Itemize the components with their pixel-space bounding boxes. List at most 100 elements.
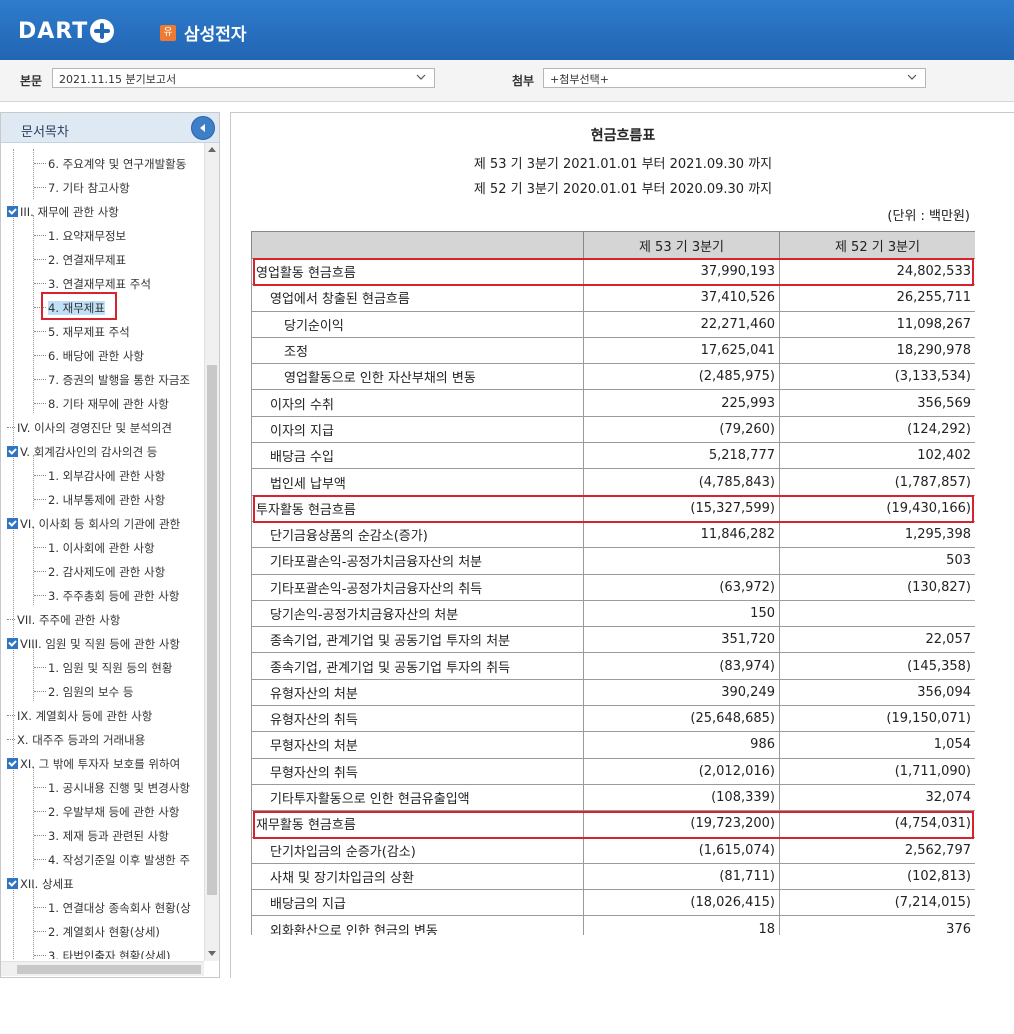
table-row: 당기순이익 22,271,460 11,098,267 — [251, 310, 975, 338]
toc-item[interactable]: 2. 우발부채 등에 관한 사항 — [34, 803, 179, 821]
row-label: 유형자산의 처분 — [251, 678, 584, 707]
expand-toggle-icon[interactable] — [7, 758, 18, 769]
toc-item[interactable]: 5. 재무제표 주석 — [34, 323, 130, 341]
toc-vertical-scrollbar[interactable] — [204, 143, 219, 961]
value-current: (79,260) — [583, 415, 780, 444]
tree-connector — [34, 283, 46, 284]
tree-connector — [34, 571, 46, 572]
toc-item[interactable]: 1. 외부감사에 관한 사항 — [34, 467, 165, 485]
tree-connector — [34, 787, 46, 788]
dart-logo[interactable]: DART — [18, 14, 115, 48]
toc-item[interactable]: 2. 연결재무제표 — [34, 251, 126, 269]
attachment-select-value: +첨부선택+ — [550, 73, 609, 86]
tree-connector — [34, 547, 46, 548]
tree-connector — [7, 715, 15, 716]
toc-item-label: XII. 상세표 — [20, 877, 74, 891]
value-current: (2,485,975) — [583, 363, 780, 391]
expand-toggle-icon[interactable] — [7, 206, 18, 217]
table-row: 이자의 지급 (79,260) (124,292) — [251, 415, 975, 444]
main-doc-label: 본문 — [20, 74, 43, 88]
toc-item[interactable]: VIII. 임원 및 직원 등에 관한 사항 — [7, 635, 180, 653]
row-label: 사채 및 장기차입금의 상환 — [251, 862, 584, 891]
toc-item[interactable]: XII. 상세표 — [7, 875, 74, 893]
scroll-down-icon[interactable] — [208, 951, 216, 956]
page-footer — [0, 980, 1014, 1034]
cash-flow-table-wrapper: 제 53 기 3분기 제 52 기 3분기 영업활동 현금흐름 37,990,19… — [251, 231, 975, 935]
period-current: 제 53 기 3분기 2021.01.01 부터 2021.09.30 까지 — [473, 157, 773, 172]
toc-item[interactable]: X. 대주주 등과의 거래내용 — [7, 731, 145, 749]
tree-connector — [7, 739, 15, 740]
toc-item[interactable]: 6. 주요계약 및 연구개발활동 — [34, 155, 186, 173]
toc-item[interactable]: 3. 타법인출자 현황(상세) — [34, 947, 170, 959]
toc-hscroll-thumb[interactable] — [17, 965, 201, 974]
toc-item[interactable]: 4. 작성기준일 이후 발생한 주 — [34, 851, 190, 869]
toc-item[interactable]: 8. 기타 재무에 관한 사항 — [34, 395, 169, 413]
toc-item-label: IX. 계열회사 등에 관한 사항 — [17, 709, 153, 723]
expand-toggle-icon[interactable] — [7, 518, 18, 529]
toc-item[interactable]: 1. 공시내용 진행 및 변경사항 — [34, 779, 190, 797]
toc-item[interactable]: 3. 제재 등과 관련된 사항 — [34, 827, 169, 845]
toc-item[interactable]: 2. 임원의 보수 등 — [34, 683, 133, 701]
toc-item[interactable]: 7. 기타 참고사항 — [34, 179, 130, 197]
column-header: 제 53 기 3분기 — [583, 231, 780, 259]
row-label: 유형자산의 취득 — [251, 705, 584, 733]
value-prior: 356,569 — [779, 389, 975, 417]
toc-item-label: 6. 배당에 관한 사항 — [48, 349, 144, 363]
value-current — [583, 547, 780, 575]
expand-toggle-icon[interactable] — [7, 638, 18, 649]
toc-item[interactable]: 2. 감사제도에 관한 사항 — [34, 563, 165, 581]
tree-connector — [34, 691, 46, 692]
table-row: 법인세 납부액 (4,785,843) (1,787,857) — [251, 468, 975, 496]
toc-item[interactable]: 7. 증권의 발행을 통한 자금조 — [34, 371, 190, 389]
toc-item-label: V. 회계감사인의 감사의견 등 — [20, 445, 158, 459]
toc-item[interactable]: III. 재무에 관한 사항 — [7, 203, 119, 221]
toc-item[interactable]: IV. 이사의 경영진단 및 분석의견 — [7, 419, 172, 437]
toc-item[interactable]: 1. 연결대상 종속회사 현황(상 — [34, 899, 191, 917]
table-row: 영업에서 창출된 현금흐름 37,410,526 26,255,711 — [251, 284, 975, 312]
toc-item[interactable]: 3. 연결재무제표 주석 — [34, 275, 151, 293]
toc-item[interactable]: VI. 이사회 등 회사의 기관에 관한 — [7, 515, 180, 533]
toc-horizontal-scrollbar[interactable] — [1, 961, 204, 976]
expand-toggle-icon[interactable] — [7, 878, 18, 889]
expand-toggle-icon[interactable] — [7, 446, 18, 457]
value-current: (83,974) — [583, 652, 780, 680]
tree-connector — [7, 619, 15, 620]
tree-connector — [34, 931, 46, 932]
value-current: 390,249 — [583, 678, 780, 707]
toc-item[interactable]: 6. 배당에 관한 사항 — [34, 347, 144, 365]
toc-item[interactable]: 1. 요약재무정보 — [34, 227, 126, 245]
value-prior: 102,402 — [779, 442, 975, 470]
value-prior: (145,358) — [779, 652, 975, 680]
toc-item[interactable]: V. 회계감사인의 감사의견 등 — [7, 443, 157, 461]
row-label: 배당금의 지급 — [251, 889, 584, 917]
toc-item[interactable]: 2. 계열회사 현황(상세) — [34, 923, 160, 941]
tree-connector — [7, 427, 15, 428]
toc-item-label: 3. 연결재무제표 주석 — [48, 277, 151, 291]
attachment-select[interactable]: +첨부선택+ — [543, 68, 926, 88]
value-prior: (130,827) — [779, 573, 975, 601]
value-current: 150 — [583, 599, 780, 628]
toc-item[interactable]: 1. 이사회에 관한 사항 — [34, 539, 155, 557]
toc-item[interactable]: IX. 계열회사 등에 관한 사항 — [7, 707, 152, 725]
toc-item[interactable]: 3. 주주총회 등에 관한 사항 — [34, 587, 179, 605]
table-row: 기타투자활동으로 인한 현금유출입액 (108,339) 32,074 — [251, 783, 975, 812]
value-current: 11,846,282 — [583, 520, 780, 549]
tree-connector — [34, 499, 46, 500]
toc-item[interactable]: VII. 주주에 관한 사항 — [7, 611, 120, 629]
period-prior: 제 52 기 3분기 2020.01.01 부터 2020.09.30 까지 — [473, 182, 773, 197]
statement-title: 현금흐름표 — [590, 128, 656, 144]
toc-item[interactable]: XI. 그 밖에 투자자 보호를 위하여 — [7, 755, 180, 773]
toc-item-label: 2. 임원의 보수 등 — [48, 685, 134, 699]
tree-connector — [34, 331, 46, 332]
toc-item[interactable]: 1. 임원 및 직원 등의 현황 — [34, 659, 172, 677]
main-doc-select[interactable]: 2021.11.15 분기보고서 — [52, 68, 435, 88]
table-row: 배당금의 지급 (18,026,415) (7,214,015) — [251, 889, 975, 917]
attachment-label: 첨부 — [512, 74, 535, 88]
toc-scroll-thumb[interactable] — [207, 365, 217, 895]
value-prior: 503 — [779, 547, 975, 575]
tree-connector — [34, 859, 46, 860]
tree-connector — [34, 907, 46, 908]
collapse-sidebar-button[interactable] — [191, 116, 215, 140]
scroll-up-icon[interactable] — [208, 147, 216, 152]
toc-item[interactable]: 2. 내부통제에 관한 사항 — [34, 491, 165, 509]
